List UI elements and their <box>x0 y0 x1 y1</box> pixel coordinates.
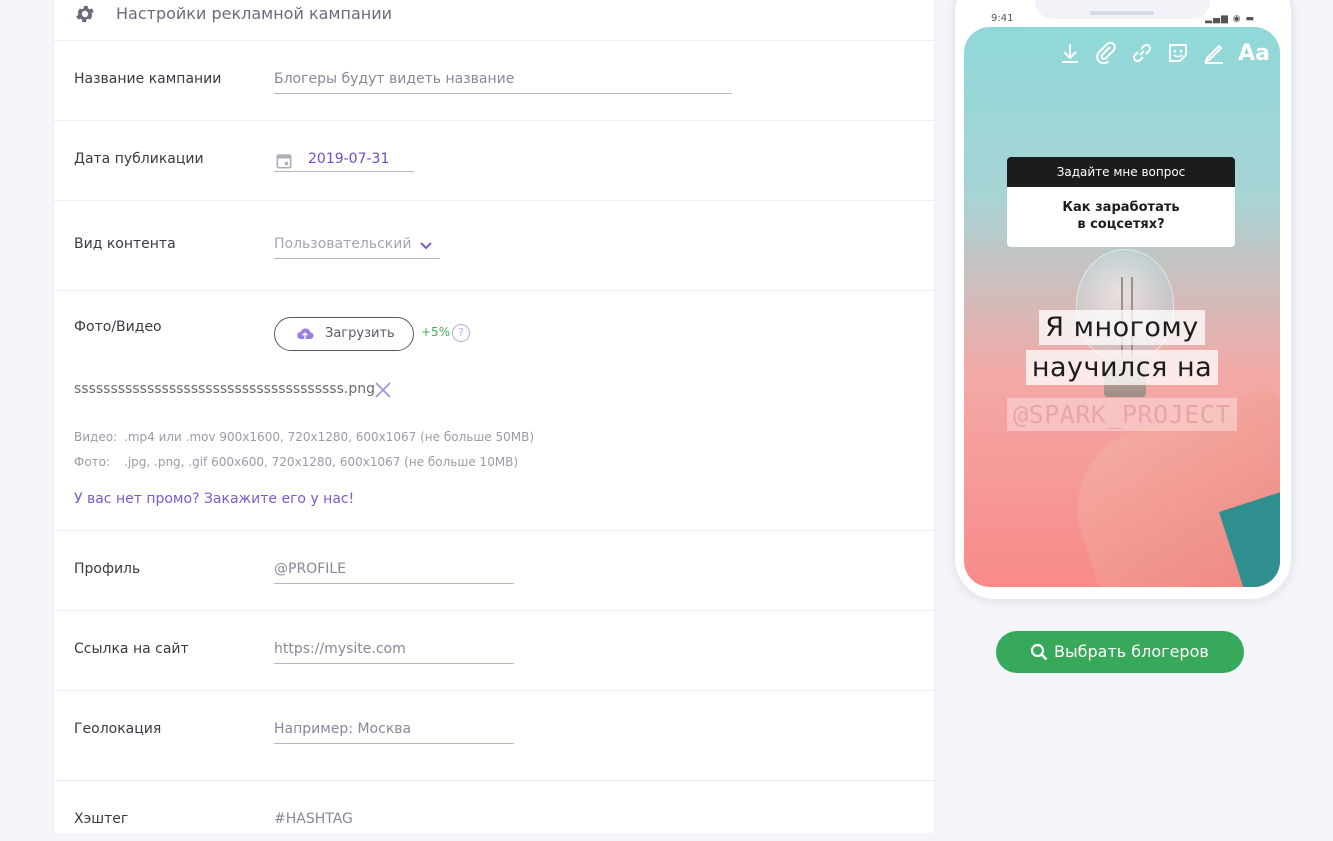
hashtag-row: Хэштег #HASHTAG <box>54 781 934 841</box>
question-header: Задайте мне вопрос <box>1007 157 1235 187</box>
sticker-icon[interactable] <box>1166 41 1190 65</box>
site-input[interactable]: https://mysite.com <box>274 641 514 664</box>
story-preview: Aa Задайте мне вопрос Как заработать в с… <box>964 27 1280 587</box>
content-type-row: Вид контента Пользовательский <box>54 201 934 291</box>
uploaded-filename: sssssssssssssssssssssssssssssssssssss.pn… <box>74 381 375 397</box>
media-row: Фото/Видео Загрузить +5% ? sssssssssssss… <box>54 291 934 531</box>
phone-notch <box>1035 0 1210 19</box>
page-title: Настройки рекламной кампании <box>116 4 393 23</box>
order-promo-link[interactable]: У вас нет промо? Закажите его у нас! <box>74 491 354 507</box>
geo-input[interactable]: Например: Москва <box>274 721 514 744</box>
paperclip-icon[interactable] <box>1094 41 1118 65</box>
phone-preview: 9:41 ▂▄▆ ◉ ▬ Aa Задайте мне вопрос Как з… <box>952 0 1294 602</box>
gear-icon <box>76 5 94 23</box>
search-icon <box>1030 643 1048 661</box>
video-hint: Видео: .mp4 или .mov 900x1600, 720x1280, … <box>74 430 535 444</box>
story-caption-tag: @SPARK_PROJECT <box>964 398 1280 431</box>
help-icon[interactable]: ? <box>452 324 470 342</box>
pen-icon[interactable] <box>1202 41 1226 65</box>
find-bloggers-label: Выбрать блогеров <box>1054 642 1209 661</box>
publish-date-input[interactable]: 2019-07-31 <box>274 151 414 172</box>
remove-file-icon[interactable] <box>374 381 392 399</box>
story-caption-line1: Я многому <box>964 310 1280 345</box>
find-bloggers-button[interactable]: Выбрать блогеров <box>996 631 1244 673</box>
status-time: 9:41 <box>991 13 1014 24</box>
site-row: Ссылка на сайт https://mysite.com <box>54 611 934 691</box>
publish-date-value: 2019-07-31 <box>308 151 390 167</box>
geo-row: Геолокация Например: Москва <box>54 691 934 781</box>
upload-button-label: Загрузить <box>325 326 395 341</box>
profile-row: Профиль @PROFILE <box>54 531 934 611</box>
cloud-upload-icon <box>297 328 314 340</box>
hashtag-input[interactable]: #HASHTAG <box>274 811 514 833</box>
publish-date-row: Дата публикации 2019-07-31 <box>54 121 934 201</box>
campaign-settings-panel: Настройки рекламной кампании Название ка… <box>53 0 935 833</box>
campaign-name-label: Название кампании <box>74 71 222 87</box>
question-sticker: Задайте мне вопрос Как заработать в соцс… <box>1007 157 1235 247</box>
status-icons: ▂▄▆ ◉ ▬ <box>1205 14 1255 24</box>
content-type-value: Пользовательский <box>274 236 412 252</box>
calendar-icon <box>276 154 292 169</box>
site-label: Ссылка на сайт <box>74 641 189 657</box>
question-text: Как заработать в соцсетях? <box>1062 200 1180 232</box>
geo-label: Геолокация <box>74 721 162 737</box>
content-type-label: Вид контента <box>74 236 176 252</box>
chevron-down-icon <box>420 242 432 250</box>
profile-label: Профиль <box>74 561 141 577</box>
upload-button[interactable]: Загрузить <box>274 317 414 351</box>
text-tool-icon[interactable]: Aa <box>1238 41 1270 66</box>
profile-input[interactable]: @PROFILE <box>274 561 514 584</box>
panel-header: Настройки рекламной кампании <box>54 0 934 41</box>
publish-date-label: Дата публикации <box>74 151 204 167</box>
media-label: Фото/Видео <box>74 319 162 335</box>
hashtag-label: Хэштег <box>74 811 129 827</box>
download-icon[interactable] <box>1058 41 1082 65</box>
link-icon[interactable] <box>1130 41 1154 65</box>
photo-hint: Фото: .jpg, .png, .gif 600x600, 720x1280,… <box>74 455 519 469</box>
campaign-name-input[interactable]: Блогеры будут видеть название <box>274 71 732 94</box>
story-toolbar: Aa <box>1058 41 1270 66</box>
content-type-select[interactable]: Пользовательский <box>274 236 440 259</box>
story-caption-line2: научился на <box>964 350 1280 385</box>
campaign-name-row: Название кампании Блогеры будут видеть н… <box>54 41 934 121</box>
bonus-badge: +5% <box>421 325 451 339</box>
